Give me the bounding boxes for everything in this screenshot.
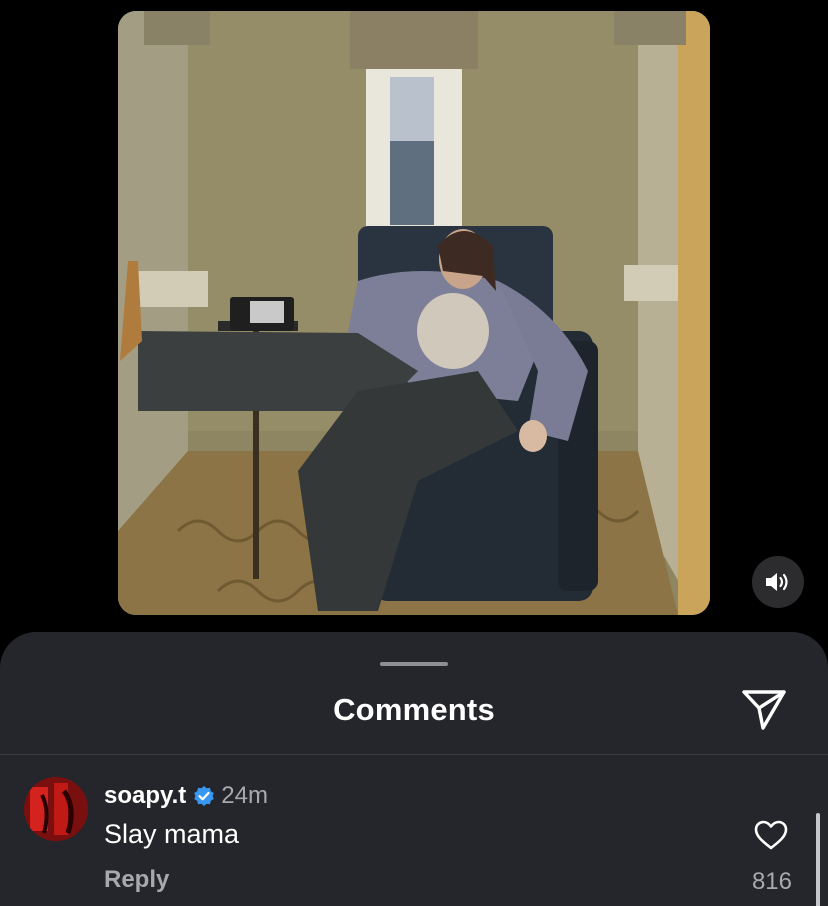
like-count: 816 (751, 868, 792, 895)
comment-meta: soapy.t 24m (104, 782, 268, 810)
photo-scene (118, 11, 710, 615)
send-icon (742, 690, 786, 730)
comments-sheet: Comments soapy.t 24m Slay mama Reply 816 (0, 632, 828, 906)
share-button[interactable] (738, 684, 790, 736)
avatar-image (24, 777, 88, 841)
heart-outline-icon (754, 820, 788, 850)
comment-timestamp: 24m (221, 782, 268, 809)
comment-username[interactable]: soapy.t (104, 782, 186, 810)
scrollbar[interactable] (816, 813, 820, 906)
like-button[interactable] (750, 815, 792, 855)
screen: Comments soapy.t 24m Slay mama Reply 816 (0, 0, 828, 906)
post-photo[interactable] (118, 11, 710, 615)
sheet-title: Comments (333, 692, 495, 727)
audio-toggle-button[interactable] (752, 556, 804, 608)
comment-text: Slay mama (104, 819, 240, 849)
sheet-grabber[interactable] (380, 662, 448, 666)
comment-item: soapy.t 24m Slay mama Reply 816 (0, 755, 828, 906)
speaker-icon (766, 573, 788, 591)
verified-badge-icon (194, 786, 215, 806)
reply-button[interactable]: Reply (104, 866, 169, 894)
user-avatar[interactable] (24, 777, 88, 841)
